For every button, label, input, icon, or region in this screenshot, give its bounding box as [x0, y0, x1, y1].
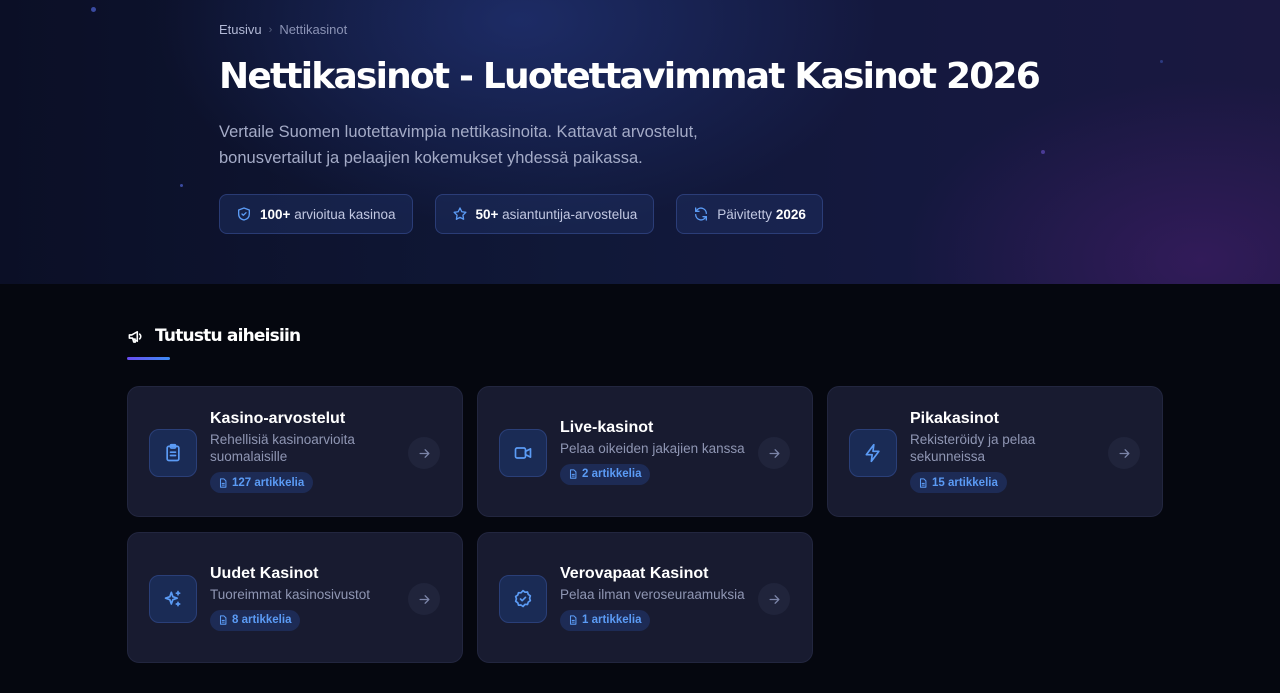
document-icon: [219, 477, 227, 488]
megaphone-icon: [128, 330, 142, 343]
refresh-icon: [695, 207, 708, 221]
card-arrow-button[interactable]: [758, 437, 790, 469]
stats-row: 100+ arvioitua kasinoa 50+ asiantuntija-…: [219, 194, 823, 234]
article-count-badge: 15 artikkelia: [910, 472, 1007, 493]
card-description: Rekisteröidy ja pelaa sekunneissa: [910, 432, 1036, 464]
card-icon-box: [149, 429, 197, 477]
stat-updated: Päivitetty 2026: [676, 194, 823, 234]
stat-text: 100+ arvioitua kasinoa: [260, 206, 396, 222]
card-title: Verovapaat Kasinot: [560, 564, 709, 582]
badge-check-icon: [514, 589, 532, 608]
decorative-dot: [180, 184, 183, 187]
topic-card-tax-free-casinos[interactable]: Verovapaat Kasinot Pelaa ilman veroseura…: [477, 532, 813, 663]
shield-icon: [238, 207, 250, 221]
card-title: Uudet Kasinot: [210, 564, 319, 582]
section-header: Tutustu aiheisiin: [127, 326, 301, 346]
hero-subtitle-line-1: Vertaile Suomen luotettavimpia nettikasi…: [219, 123, 698, 141]
card-title: Live-kasinot: [560, 418, 654, 436]
breadcrumb: Etusivu › Nettikasinot: [219, 22, 347, 37]
topic-card-casino-reviews[interactable]: Kasino-arvostelut Rehellisiä kasinoarvio…: [127, 386, 463, 517]
arrow-right-icon: [769, 448, 779, 458]
article-count-badge: 127 artikkelia: [210, 472, 314, 493]
stat-expert-reviews: 50+ asiantuntija-arvostelua: [434, 194, 655, 234]
document-icon: [919, 477, 927, 488]
card-description: Rehellisiä kasinoarvioita suomalaisille: [210, 432, 355, 464]
card-arrow-button[interactable]: [1108, 437, 1140, 469]
hero-subtitle-line-2: bonusvertailut ja pelaajien kokemukset y…: [219, 149, 643, 167]
decorative-dot: [91, 7, 96, 12]
card-icon-box: [499, 575, 547, 623]
breadcrumb-separator: ›: [268, 23, 273, 36]
document-icon: [569, 469, 577, 479]
card-description: Tuoreimmat kasinosivustot: [210, 586, 371, 602]
page-title: Nettikasinot - Luotettavimmat Kasinot 20…: [219, 56, 1041, 97]
stat-reviewed-casinos: 100+ arvioitua kasinoa: [219, 194, 413, 234]
card-description: Pelaa ilman veroseuraamuksia: [560, 586, 745, 602]
arrow-right-icon: [419, 448, 429, 458]
article-count: 127 artikkelia: [232, 476, 305, 489]
breadcrumb-home-link[interactable]: Etusivu: [219, 22, 262, 37]
document-icon: [569, 615, 577, 625]
sparkles-icon: [164, 590, 181, 607]
topic-card-fast-casinos[interactable]: Pikakasinot Rekisteröidy ja pelaa sekunn…: [827, 386, 1163, 517]
topic-card-live-casinos[interactable]: Live-kasinot Pelaa oikeiden jakajien kan…: [477, 386, 813, 517]
card-body: Live-kasinot Pelaa oikeiden jakajien kan…: [560, 387, 760, 516]
arrow-right-icon: [1119, 448, 1129, 458]
star-icon: [452, 207, 467, 220]
card-arrow-button[interactable]: [758, 583, 790, 615]
card-body: Verovapaat Kasinot Pelaa ilman veroseura…: [560, 533, 760, 662]
lightning-icon: [865, 443, 880, 463]
arrow-right-icon: [769, 594, 779, 604]
article-count: 2 artikkelia: [582, 468, 642, 480]
card-icon-box: [499, 429, 547, 477]
article-count-badge: 2 artikkelia: [560, 463, 651, 485]
stat-text: 50+ asiantuntija-arvostelua: [475, 206, 638, 222]
arrow-right-icon: [419, 594, 429, 604]
card-arrow-button[interactable]: [408, 583, 440, 615]
article-count: 8 artikkelia: [232, 614, 292, 626]
card-body: Kasino-arvostelut Rehellisiä kasinoarvio…: [210, 387, 410, 516]
video-icon: [514, 447, 532, 459]
card-body: Pikakasinot Rekisteröidy ja pelaa sekunn…: [910, 387, 1110, 516]
article-count-badge: 1 artikkelia: [560, 609, 651, 631]
card-arrow-button[interactable]: [408, 437, 440, 469]
hero-section: Etusivu › Nettikasinot Nettikasinot - Lu…: [0, 0, 1280, 284]
card-body: Uudet Kasinot Tuoreimmat kasinosivustot …: [210, 533, 410, 662]
card-icon-box: [849, 429, 897, 477]
article-count: 15 artikkelia: [932, 476, 998, 489]
decorative-dot: [1160, 60, 1163, 63]
article-count-badge: 8 artikkelia: [210, 609, 301, 631]
stat-text: Päivitetty 2026: [717, 206, 806, 222]
card-title: Pikakasinot: [910, 410, 999, 427]
card-icon-box: [149, 575, 197, 623]
breadcrumb-current: Nettikasinot: [279, 22, 348, 37]
decorative-dot: [1041, 150, 1045, 154]
card-title: Kasino-arvostelut: [210, 410, 346, 427]
topic-card-new-casinos[interactable]: Uudet Kasinot Tuoreimmat kasinosivustot …: [127, 532, 463, 663]
section-title: Tutustu aiheisiin: [155, 326, 301, 346]
card-description: Pelaa oikeiden jakajien kanssa: [560, 440, 745, 456]
document-icon: [219, 615, 227, 625]
clipboard-icon: [166, 443, 180, 462]
article-count: 1 artikkelia: [582, 614, 642, 626]
hero-subtitle: Vertaile Suomen luotettavimpia nettikasi…: [219, 119, 779, 171]
section-title-underline: [127, 357, 170, 360]
